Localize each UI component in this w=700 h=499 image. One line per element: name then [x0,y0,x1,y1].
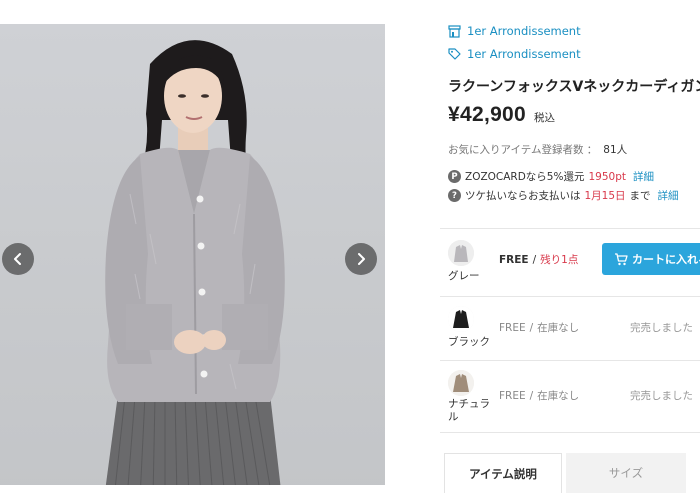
brand-link[interactable]: 1er Arrondissement [448,47,581,61]
cart-icon [615,252,628,265]
gallery-prev-button[interactable] [2,243,34,275]
tsuke-text: ツケ払いならお支払いは [465,190,581,202]
tab-size[interactable]: サイズ [566,453,686,493]
size-label: FREE [499,254,529,266]
shop-link[interactable]: 1er Arrondissement [448,24,581,38]
divider [440,432,700,433]
model-illustration [104,40,285,499]
tag-icon [448,47,461,60]
question-icon: ? [448,189,461,202]
shop-name: 1er Arrondissement [467,24,581,38]
price-row: ¥42,900 税込 [448,103,555,127]
variant-row-gray: グレー FREE/残り1点 カートに入れる [440,228,700,296]
cardigan-thumb-icon [448,240,474,266]
color-name-gray: グレー [448,270,480,282]
brand-name: 1er Arrondissement [467,47,581,61]
size-label: FREE [499,390,526,402]
zozocard-detail-link[interactable]: 詳細 [633,169,654,184]
size-stock-natural: FREE / 在庫なし [499,388,579,403]
add-to-cart-label: カートに入れる [632,253,700,266]
color-swatch-black[interactable] [448,306,474,332]
zozocard-promo: P ZOZOCARDなら5%還元 1950pt 詳細 [448,169,654,184]
shop-icon [448,24,461,38]
favorites-label: お気に入りアイテム登録者数 ： [448,144,598,156]
zozocard-text: ZOZOCARDなら5%還元 [465,171,585,183]
favorites-count-row: お気に入りアイテム登録者数 ： 81人 [448,142,627,157]
tab-item-description[interactable]: アイテム説明 [444,453,562,493]
color-swatch-gray[interactable] [448,240,474,266]
product-details: 1er Arrondissement 1er Arrondissement ラク… [440,0,700,499]
tax-label: 税込 [534,112,556,124]
add-to-cart-button[interactable]: カートに入れる [602,243,700,275]
variant-row-natural: ナチュラル FREE / 在庫なし 完売しました [440,360,700,432]
cardigan-thumb-icon [448,370,474,396]
favorites-count: 81人 [603,144,628,156]
size-stock-black: FREE / 在庫なし [499,320,579,335]
color-name-black: ブラック [448,336,490,348]
product-photo[interactable] [0,24,385,499]
cardigan-thumb-icon [448,306,474,332]
stock-status: 在庫なし [537,390,580,402]
color-swatch-natural[interactable] [448,370,474,396]
color-name-natural: ナチュラル [448,398,490,423]
separator: / [529,390,534,402]
thumbnail-strip [0,485,385,499]
product-title: ラクーンフォックスVネックカーディガン [448,79,700,95]
separator: / [532,254,537,266]
stock-status: 在庫なし [537,322,580,334]
product-price: ¥42,900 [448,103,527,126]
separator: / [529,322,534,334]
soldout-label-black: 完売しました [630,322,693,334]
zozocard-points: 1950pt [588,170,626,183]
tsuke-promo: ? ツケ払いならお支払いは 1月15日 まで 詳細 [448,188,679,203]
tsuke-detail-link[interactable]: 詳細 [658,188,679,203]
size-stock-gray: FREE / 残り1点 [499,252,578,267]
points-icon: P [448,170,461,183]
variant-row-black: ブラック FREE / 在庫なし 完売しました [440,296,700,360]
size-label: FREE [499,322,526,334]
tsuke-date: 1月15日 [584,190,626,202]
info-tabs: アイテム説明 サイズ [440,453,700,499]
tsuke-suffix: まで [629,190,651,202]
gallery-next-button[interactable] [345,243,377,275]
stock-status: 残り1点 [540,254,579,266]
soldout-label-natural: 完売しました [630,390,693,402]
chevron-left-icon [14,253,21,265]
chevron-right-icon [358,253,365,265]
product-image-gallery [0,0,385,499]
